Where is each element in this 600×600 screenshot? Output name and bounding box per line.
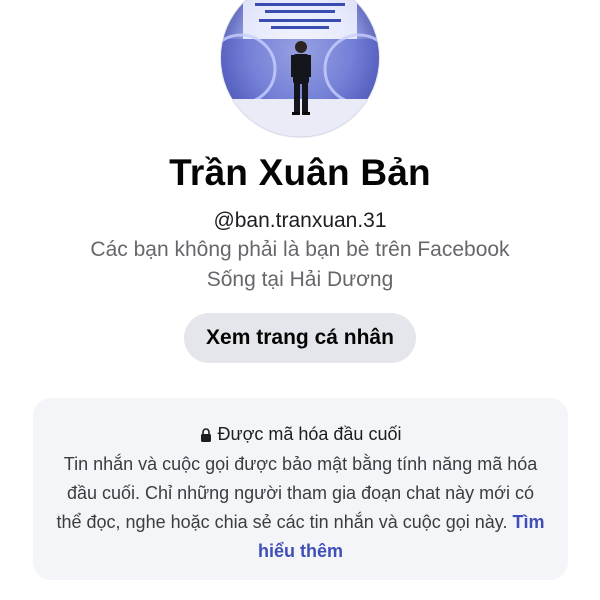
- friendship-status: Các bạn không phải là bạn bè trên Facebo…: [90, 238, 510, 261]
- chat-profile-page: Trần Xuân Bản @ban.tranxuan.31 Các bạn k…: [0, 0, 600, 600]
- lock-icon: [200, 427, 211, 442]
- profile-name: Trần Xuân Bản: [169, 152, 431, 193]
- encryption-description: Tin nhắn và cuộc gọi được bảo mật bằng t…: [53, 450, 548, 566]
- avatar-photo: [221, 0, 379, 137]
- encryption-title: Được mã hóa đầu cuối: [217, 424, 402, 444]
- profile-username: @ban.tranxuan.31: [213, 209, 387, 232]
- encryption-title-row: Được mã hóa đầu cuối: [33, 424, 568, 445]
- profile-avatar[interactable]: [220, 0, 380, 138]
- profile-location: Sống tại Hải Dương: [206, 268, 394, 291]
- encryption-notice-card: Được mã hóa đầu cuối Tin nhắn và cuộc gọ…: [33, 398, 568, 580]
- encryption-body-text: Tin nhắn và cuộc gọi được bảo mật bằng t…: [56, 454, 538, 532]
- view-profile-button[interactable]: Xem trang cá nhân: [184, 313, 416, 363]
